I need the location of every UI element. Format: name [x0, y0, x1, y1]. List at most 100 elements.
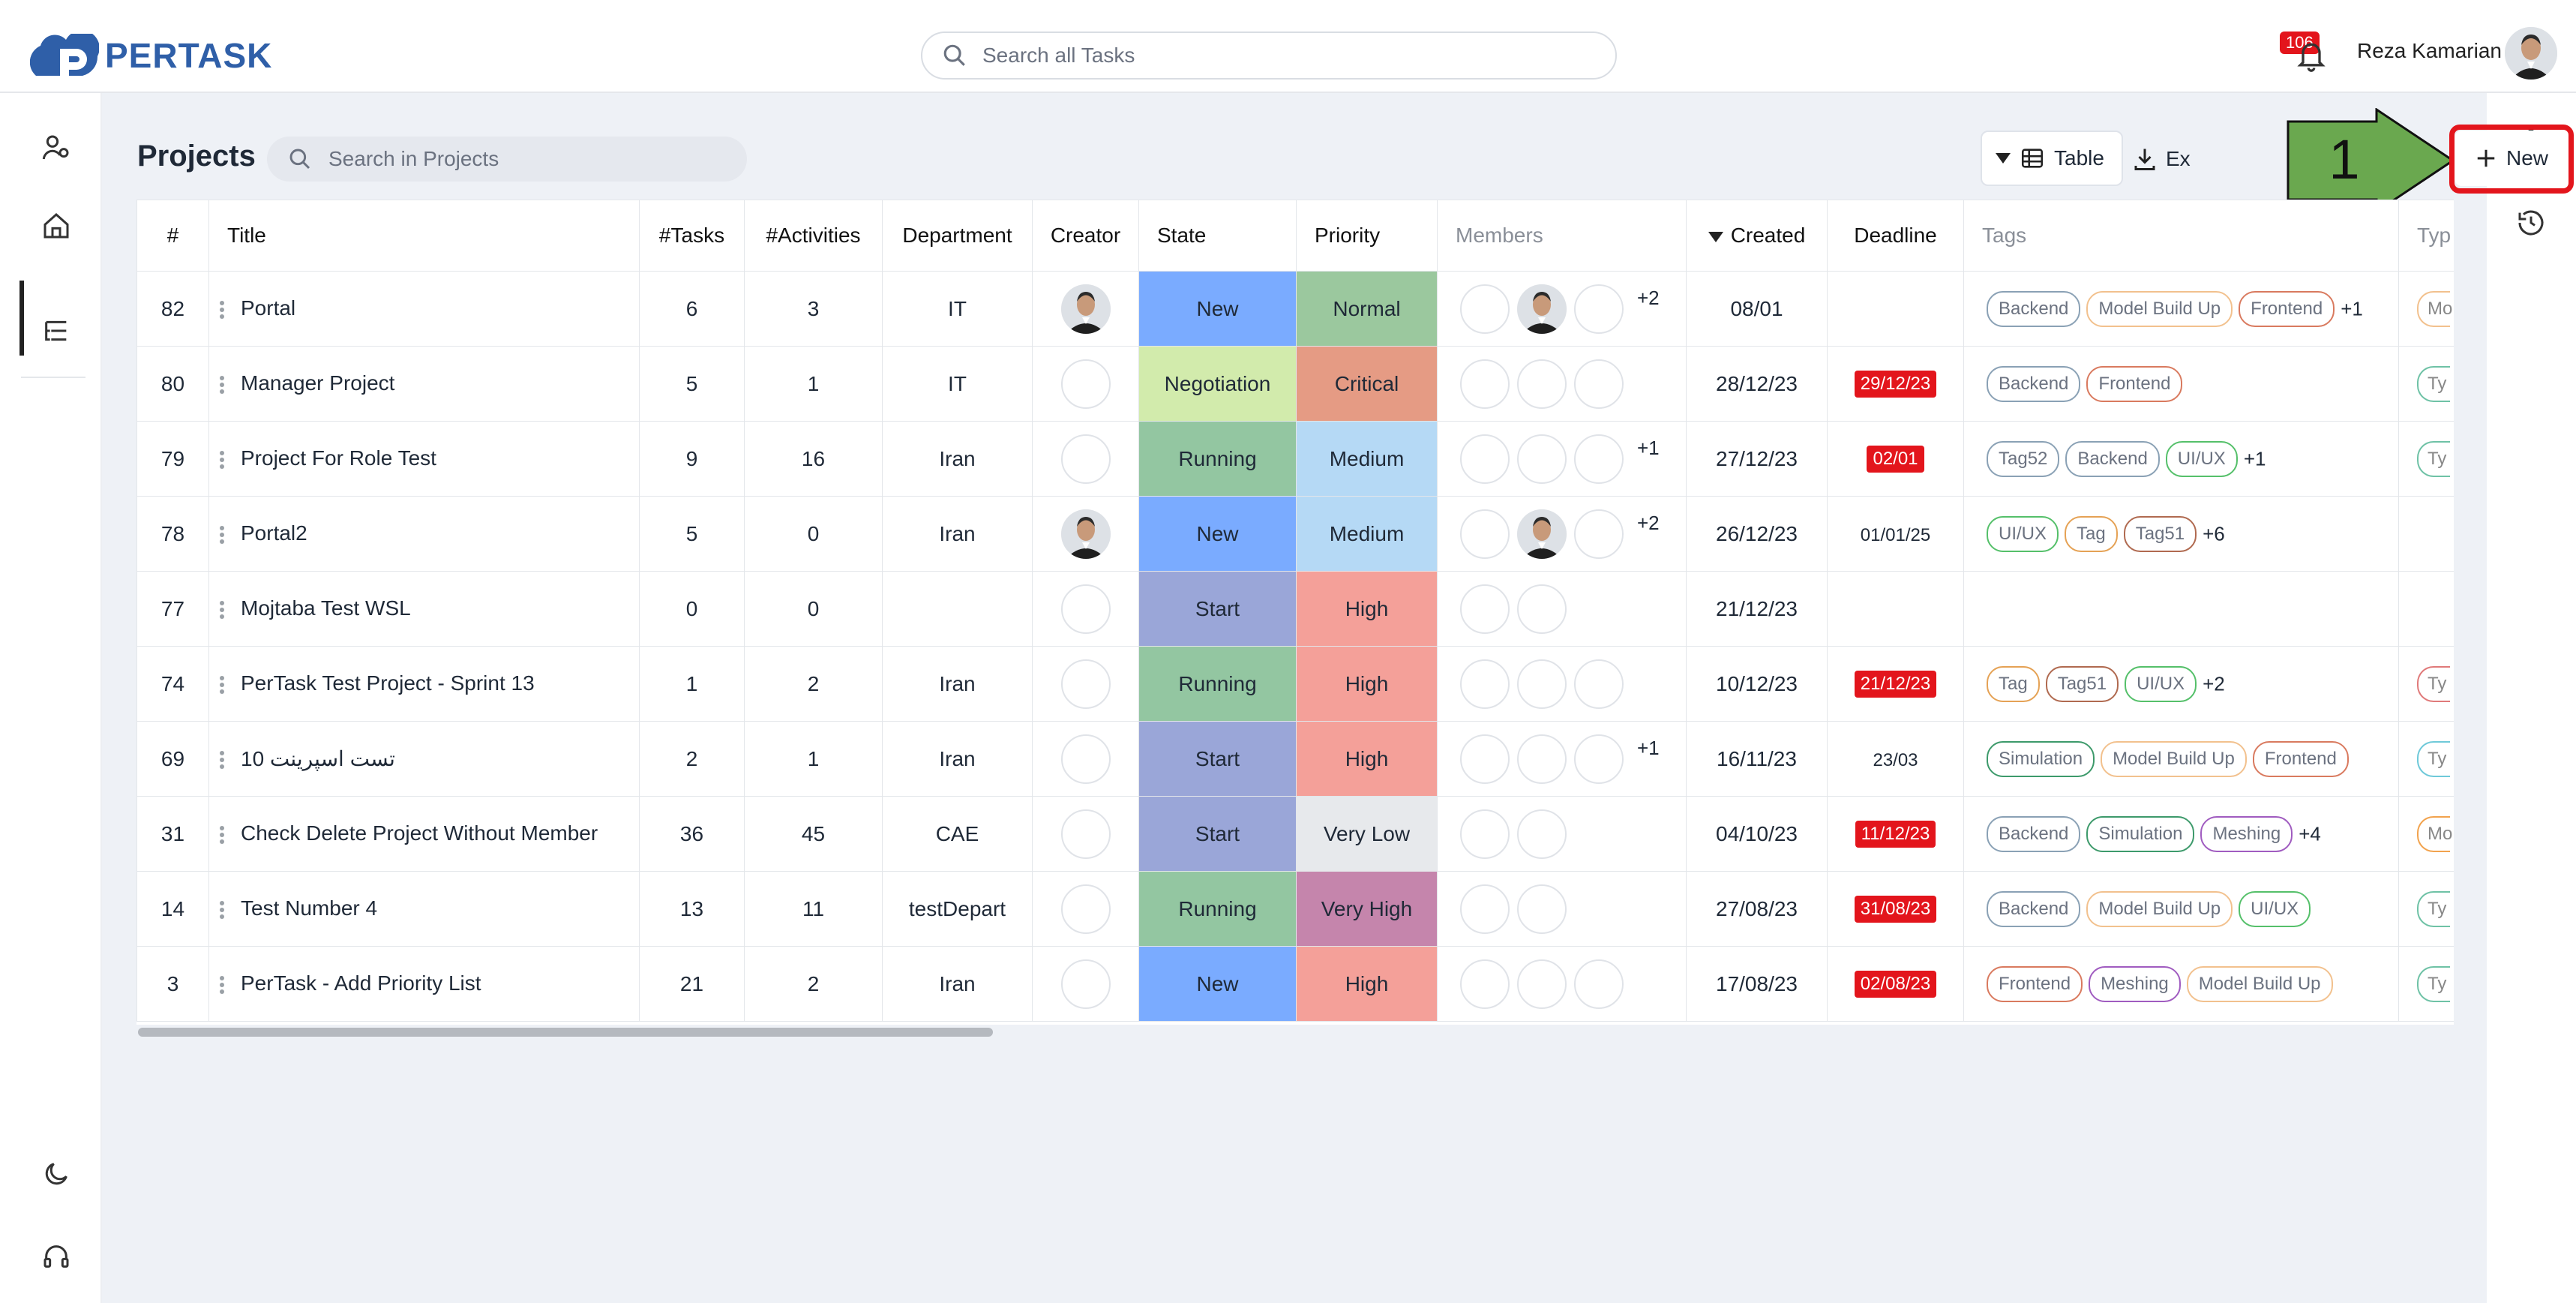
members-cell[interactable] — [1437, 946, 1687, 1022]
nav-users[interactable] — [36, 128, 76, 168]
state-cell[interactable]: New — [1138, 271, 1297, 347]
tag-chip[interactable]: Tag — [2065, 515, 2118, 552]
type-cell[interactable]: Ty — [2398, 646, 2454, 722]
creator[interactable] — [1032, 721, 1139, 797]
bell-icon[interactable] — [2295, 38, 2328, 74]
state-cell[interactable]: Start — [1138, 721, 1297, 797]
members-cell[interactable]: +2 — [1437, 496, 1687, 572]
type-cell[interactable]: Ty — [2398, 421, 2454, 497]
table-row[interactable]: 3 PerTask - Add Priority List 21 2 Iran New Hi… — [136, 946, 2454, 1022]
column-header-tasks[interactable]: #Tasks — [639, 200, 745, 272]
horizontal-scrollbar[interactable] — [138, 1025, 2454, 1038]
column-header-id[interactable]: # — [136, 200, 209, 272]
tag-chip[interactable]: Frontend — [1987, 965, 2083, 1002]
tags-cell[interactable]: Backend Model Build Up Frontend +1 — [1963, 271, 2399, 347]
column-header-department[interactable]: Department — [882, 200, 1033, 272]
tag-chip[interactable]: Simulation — [2086, 815, 2195, 852]
project-title-cell[interactable]: Portal — [208, 271, 640, 347]
export-button[interactable]: Ex — [2131, 137, 2191, 182]
tags-cell[interactable]: UI/UX Tag Tag51 +6 — [1963, 496, 2399, 572]
tag-chip[interactable]: Frontend — [2086, 365, 2183, 402]
tag-chip[interactable]: Backend — [1987, 890, 2081, 927]
members-cell[interactable] — [1437, 571, 1687, 647]
tag-chip[interactable]: Frontend — [2252, 740, 2349, 777]
row-menu-icon[interactable] — [220, 749, 224, 771]
state-cell[interactable]: New — [1138, 496, 1297, 572]
priority-cell[interactable]: High — [1296, 721, 1438, 797]
project-title-cell[interactable]: Mojtaba Test WSL — [208, 571, 640, 647]
project-title-cell[interactable]: PerTask - Add Priority List — [208, 946, 640, 1022]
type-cell[interactable] — [2398, 571, 2454, 647]
project-title-cell[interactable]: Portal2 — [208, 496, 640, 572]
tags-cell[interactable]: Backend Model Build Up UI/UX — [1963, 871, 2399, 947]
tags-cell[interactable]: Tag52 Backend UI/UX +1 — [1963, 421, 2399, 497]
project-title[interactable]: تست اسپرینت 10 — [241, 747, 395, 770]
nav-task-list[interactable] — [36, 311, 76, 351]
state-cell[interactable]: Running — [1138, 646, 1297, 722]
tag-chip[interactable]: Frontend — [2239, 290, 2335, 327]
project-title[interactable]: Test Number 4 — [241, 896, 377, 920]
table-row[interactable]: 82 Portal 6 3 IT New Normal +2 08/01 Backend Model… — [136, 271, 2454, 347]
project-title-cell[interactable]: PerTask Test Project - Sprint 13 — [208, 646, 640, 722]
type-cell[interactable]: Mo — [2398, 271, 2454, 347]
project-search-input[interactable] — [328, 147, 733, 171]
row-menu-icon[interactable] — [220, 974, 224, 996]
table-row[interactable]: 77 Mojtaba Test WSL 0 0 Start High 21/12/23 — [136, 571, 2454, 647]
row-menu-icon[interactable] — [220, 824, 224, 846]
global-search[interactable] — [921, 32, 1617, 80]
project-title[interactable]: PerTask Test Project - Sprint 13 — [241, 671, 535, 695]
tag-chip[interactable]: Meshing — [2089, 965, 2181, 1002]
column-header-creator[interactable]: Creator — [1032, 200, 1139, 272]
state-cell[interactable]: Start — [1138, 796, 1297, 872]
row-menu-icon[interactable] — [220, 674, 224, 696]
creator[interactable] — [1032, 271, 1139, 347]
members-cell[interactable]: +1 — [1437, 421, 1687, 497]
state-cell[interactable]: New — [1138, 946, 1297, 1022]
type-cell[interactable] — [2398, 496, 2454, 572]
column-header-state[interactable]: State — [1138, 200, 1297, 272]
project-title-cell[interactable]: تست اسپرینت 10 — [208, 721, 640, 797]
tag-chip[interactable]: Backend — [1987, 290, 2081, 327]
table-row[interactable]: 80 Manager Project 5 1 IT Negotiation Critical… — [136, 346, 2454, 422]
state-cell[interactable]: Running — [1138, 421, 1297, 497]
creator[interactable] — [1032, 571, 1139, 647]
column-header-members[interactable]: Members — [1437, 200, 1687, 272]
priority-cell[interactable]: High — [1296, 646, 1438, 722]
theme-toggle[interactable] — [36, 1154, 76, 1194]
members-cell[interactable]: +2 — [1437, 271, 1687, 347]
history-button[interactable] — [2511, 203, 2551, 243]
table-row[interactable]: 74 PerTask Test Project - Sprint 13 1 2 Iran… — [136, 646, 2454, 722]
project-title[interactable]: Portal — [241, 296, 295, 320]
creator[interactable] — [1032, 496, 1139, 572]
row-menu-icon[interactable] — [220, 524, 224, 546]
user-name[interactable]: Reza Kamarian — [2357, 39, 2502, 63]
tag-chip[interactable]: Tag52 — [1987, 440, 2060, 477]
type-cell[interactable]: Ty — [2398, 721, 2454, 797]
project-title[interactable]: Check Delete Project Without Member — [241, 821, 598, 845]
tag-chip[interactable]: Backend — [2065, 440, 2160, 477]
tags-cell[interactable] — [1963, 571, 2399, 647]
state-cell[interactable]: Negotiation — [1138, 346, 1297, 422]
tag-chip[interactable]: Model Build Up — [2186, 965, 2333, 1002]
scrollbar-thumb[interactable] — [138, 1028, 993, 1037]
tags-cell[interactable]: Tag Tag51 UI/UX +2 — [1963, 646, 2399, 722]
project-title-cell[interactable]: Check Delete Project Without Member — [208, 796, 640, 872]
column-header-tags[interactable]: Tags — [1963, 200, 2399, 272]
members-cell[interactable] — [1437, 796, 1687, 872]
priority-cell[interactable]: High — [1296, 571, 1438, 647]
notifications[interactable]: 106 — [2280, 32, 2347, 77]
creator[interactable] — [1032, 946, 1139, 1022]
tag-chip[interactable]: Backend — [1987, 815, 2081, 852]
support-button[interactable] — [36, 1236, 76, 1277]
state-cell[interactable]: Start — [1138, 571, 1297, 647]
tag-chip[interactable]: Simulation — [1987, 740, 2095, 777]
column-header-title[interactable]: Title — [208, 200, 640, 272]
user-avatar[interactable] — [2505, 27, 2557, 80]
table-row[interactable]: 31 Check Delete Project Without Member 36 4… — [136, 796, 2454, 872]
tag-chip[interactable]: Model Build Up — [2086, 890, 2233, 927]
tag-chip[interactable]: Model Build Up — [2086, 290, 2233, 327]
creator[interactable] — [1032, 346, 1139, 422]
tag-chip[interactable]: Backend — [1987, 365, 2081, 402]
nav-home[interactable] — [36, 206, 76, 246]
table-row[interactable]: 79 Project For Role Test 9 16 Iran Running Med… — [136, 421, 2454, 497]
